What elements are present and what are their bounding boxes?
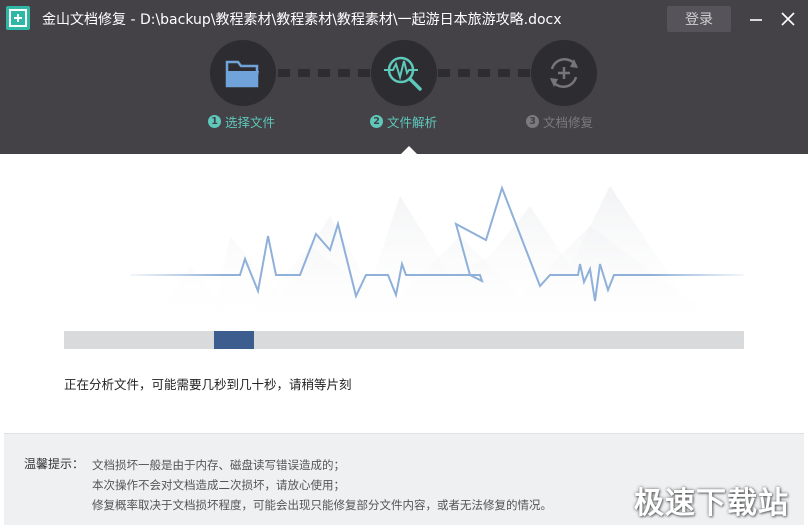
minimize-icon — [750, 19, 762, 21]
close-button[interactable] — [776, 7, 800, 31]
tip-line: 修复概率取决于文档损坏程度，可能会出现只能修复部分文件内容，或者无法修复的情况。 — [92, 498, 552, 512]
progress-track — [64, 331, 744, 349]
minimize-button[interactable] — [744, 7, 768, 31]
window-title: 金山文档修复 - D:\backup\教程素材\教程素材\教程素材\一起游日本旅… — [42, 12, 562, 28]
title-bar[interactable]: 金山文档修复 - D:\backup\教程素材\教程素材\教程素材\一起游日本旅… — [0, 0, 808, 36]
tips-label: 温馨提示： — [24, 457, 85, 471]
tip-line: 文档损坏一般是由于内存、磁盘读写错误造成的； — [92, 458, 345, 472]
step-3-text: 文档修复 — [543, 115, 594, 130]
step-3-label: 3 文档修复 — [526, 112, 593, 131]
site-watermark: 极速下载站 — [634, 486, 789, 521]
step-1-number: 1 — [208, 115, 221, 128]
tip-line: 本次操作不会对文档造成二次损坏，请放心使用； — [92, 478, 345, 492]
step-select-file — [210, 40, 276, 106]
step-connector — [278, 69, 370, 77]
app-logo-icon — [6, 6, 30, 30]
analysis-waveform — [130, 184, 744, 331]
progress-indicator — [213, 331, 254, 349]
step-parse-file — [371, 40, 437, 106]
tips-list: 文档损坏一般是由于内存、磁盘读写错误造成的； 本次操作不会对文档造成二次损坏，请… — [92, 455, 552, 515]
analysis-status-text: 正在分析文件，可能需要几秒到几十秒，请稍等片刻 — [64, 377, 352, 392]
active-step-pointer — [400, 146, 418, 155]
repair-cycle-icon — [550, 57, 578, 89]
magnifier-pulse-icon — [384, 56, 422, 91]
step-2-text: 文件解析 — [387, 115, 438, 130]
login-button[interactable]: 登录 — [667, 6, 731, 32]
folder-icon — [225, 60, 259, 88]
header-panel: 金山文档修复 - D:\backup\教程素材\教程素材\教程素材\一起游日本旅… — [0, 0, 808, 155]
step-repair-file — [531, 40, 597, 106]
step-3-number: 3 — [526, 115, 539, 128]
step-1-text: 选择文件 — [225, 115, 276, 130]
close-icon — [781, 12, 795, 26]
step-2-number: 2 — [370, 115, 383, 128]
app-window: 金山文档修复 - D:\backup\教程素材\教程素材\教程素材\一起游日本旅… — [0, 0, 808, 528]
step-2-label: 2 文件解析 — [370, 112, 437, 131]
step-connector — [438, 69, 530, 77]
step-1-label: 1 选择文件 — [208, 112, 275, 131]
